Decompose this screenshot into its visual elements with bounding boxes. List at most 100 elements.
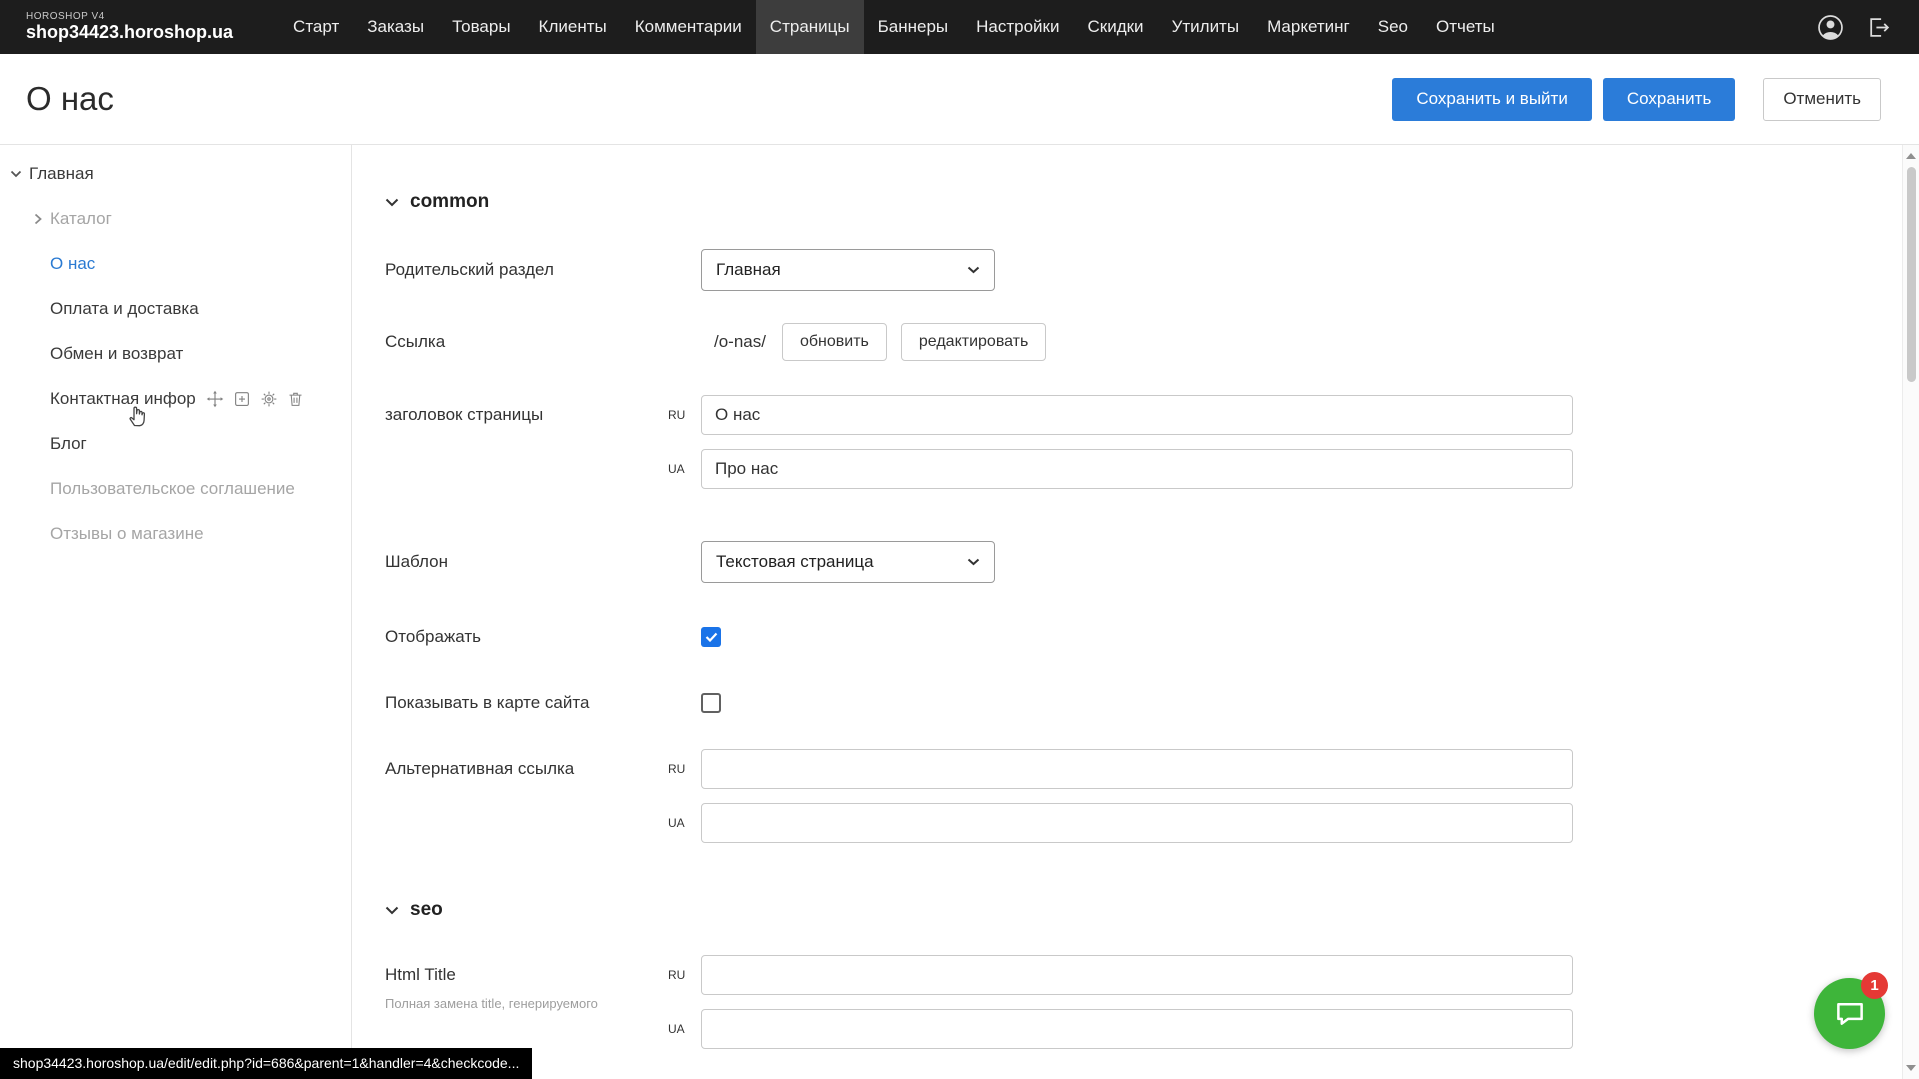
page-title-ru-input[interactable] bbox=[701, 395, 1573, 435]
scrollbar[interactable] bbox=[1902, 145, 1919, 1079]
sidebar-item-o-nas[interactable]: О нас bbox=[0, 241, 351, 286]
page-title-inputs: RU UA bbox=[701, 395, 1573, 489]
page-header: О нас Сохранить и выйти Сохранить Отмени… bbox=[0, 54, 1919, 144]
template-row: Шаблон Текстовая страница bbox=[385, 541, 1919, 583]
html-title-label-block: Html Title Полная замена title, генериру… bbox=[385, 955, 701, 1012]
page-title-ua-input[interactable] bbox=[701, 449, 1573, 489]
sidebar-item-label: Главная bbox=[29, 164, 94, 184]
display-label: Отображать bbox=[385, 627, 701, 647]
main-area: Главная Каталог О нас Оплата и доставка … bbox=[0, 144, 1919, 1079]
nav-item-pages[interactable]: Страницы bbox=[756, 0, 864, 54]
save-exit-button[interactable]: Сохранить и выйти bbox=[1392, 78, 1591, 121]
alt-link-ua-input[interactable] bbox=[701, 803, 1573, 843]
html-title-hint: Полная замена title, генерируемого bbox=[385, 996, 701, 1012]
brand-domain: shop34423.horoshop.ua bbox=[26, 23, 233, 43]
html-title-ua-input[interactable] bbox=[701, 1009, 1573, 1049]
chevron-down-icon bbox=[385, 198, 399, 207]
chat-widget-button[interactable]: 1 bbox=[1814, 978, 1885, 1049]
sidebar-item-label: Отзывы о магазине bbox=[50, 524, 204, 544]
section-seo-header[interactable]: seo bbox=[385, 899, 1919, 921]
sidebar-item-label: Каталог bbox=[50, 209, 112, 229]
tree-item-actions bbox=[206, 390, 304, 408]
nav-item-clients[interactable]: Клиенты bbox=[525, 0, 621, 54]
brand[interactable]: HOROSHOP V4 shop34423.horoshop.ua bbox=[0, 11, 233, 43]
scrollbar-thumb[interactable] bbox=[1907, 167, 1916, 382]
nav-item-products[interactable]: Товары bbox=[438, 0, 524, 54]
pages-tree-sidebar: Главная Каталог О нас Оплата и доставка … bbox=[0, 145, 352, 1079]
nav-item-orders[interactable]: Заказы bbox=[353, 0, 438, 54]
sidebar-item-label: Оплата и доставка bbox=[50, 299, 199, 319]
lang-tag-ua: UA bbox=[668, 1022, 685, 1036]
move-icon[interactable] bbox=[206, 390, 224, 408]
html-title-inputs: RU UA bbox=[701, 955, 1573, 1049]
page-title-row: заголовок страницы RU UA bbox=[385, 395, 1919, 489]
sidebar-item-label: Блог bbox=[50, 434, 87, 454]
template-select[interactable]: Текстовая страница bbox=[701, 541, 995, 583]
sidebar-item-label: Контактная инфор bbox=[50, 389, 196, 409]
logout-icon[interactable] bbox=[1866, 15, 1891, 40]
link-edit-button[interactable]: редактировать bbox=[901, 323, 1046, 361]
nav-item-utilities[interactable]: Утилиты bbox=[1158, 0, 1254, 54]
sidebar-item-label: Обмен и возврат bbox=[50, 344, 183, 364]
alt-link-row: Альтернативная ссылка RU UA bbox=[385, 749, 1919, 843]
nav-item-seo[interactable]: Seo bbox=[1364, 0, 1422, 54]
nav-item-marketing[interactable]: Маркетинг bbox=[1253, 0, 1364, 54]
section-common-title: common bbox=[410, 191, 489, 213]
nav-item-comments[interactable]: Комментарии bbox=[621, 0, 756, 54]
nav-item-discounts[interactable]: Скидки bbox=[1073, 0, 1157, 54]
sidebar-item-blog[interactable]: Блог bbox=[0, 421, 351, 466]
sidebar-item-glavnaya[interactable]: Главная bbox=[0, 151, 351, 196]
cancel-button[interactable]: Отменить bbox=[1763, 78, 1881, 121]
page-title-label: заголовок страницы bbox=[385, 395, 701, 435]
sidebar-item-kontaktnaya[interactable]: Контактная инфор bbox=[0, 376, 351, 421]
sidebar-item-obmen[interactable]: Обмен и возврат bbox=[0, 331, 351, 376]
page-title: О нас bbox=[26, 80, 114, 118]
chat-bubble-icon bbox=[1833, 998, 1867, 1029]
sidebar-item-soglashenie[interactable]: Пользовательское соглашение bbox=[0, 466, 351, 511]
nav-item-reports[interactable]: Отчеты bbox=[1422, 0, 1509, 54]
parent-section-value: Главная bbox=[716, 260, 781, 280]
html-title-ru-input[interactable] bbox=[701, 955, 1573, 995]
link-row: Ссылка /o-nas/ обновить редактировать bbox=[385, 323, 1919, 361]
lang-tag-ru: RU bbox=[668, 408, 685, 422]
status-url: shop34423.horoshop.ua/edit/edit.php?id=6… bbox=[0, 1048, 532, 1079]
scroll-up-arrow[interactable] bbox=[1903, 148, 1919, 164]
trash-icon[interactable] bbox=[287, 390, 304, 408]
top-nav: Старт Заказы Товары Клиенты Комментарии … bbox=[279, 0, 1509, 54]
header-actions: Сохранить и выйти Сохранить Отменить bbox=[1392, 78, 1881, 121]
display-row: Отображать bbox=[385, 627, 1919, 647]
sitemap-label: Показывать в карте сайта bbox=[385, 693, 701, 713]
lang-tag-ru: RU bbox=[668, 762, 685, 776]
sitemap-row: Показывать в карте сайта bbox=[385, 693, 1919, 713]
nav-item-banners[interactable]: Баннеры bbox=[864, 0, 963, 54]
section-common-header[interactable]: common bbox=[385, 191, 1919, 213]
sidebar-item-label: Пользовательское соглашение bbox=[50, 479, 295, 499]
save-button[interactable]: Сохранить bbox=[1603, 78, 1735, 121]
sidebar-item-otzyvy[interactable]: Отзывы о магазине bbox=[0, 511, 351, 556]
nav-item-settings[interactable]: Настройки bbox=[962, 0, 1073, 54]
gear-icon[interactable] bbox=[260, 390, 278, 408]
edit-form: common Родительский раздел Главная Ссылк… bbox=[352, 145, 1919, 1079]
chevron-down-icon bbox=[967, 558, 980, 566]
alt-link-ru-input[interactable] bbox=[701, 749, 1573, 789]
alt-link-inputs: RU UA bbox=[701, 749, 1573, 843]
sitemap-checkbox[interactable] bbox=[701, 693, 721, 713]
sidebar-item-oplata[interactable]: Оплата и доставка bbox=[0, 286, 351, 331]
nav-item-start[interactable]: Старт bbox=[279, 0, 353, 54]
html-title-row: Html Title Полная замена title, генериру… bbox=[385, 955, 1919, 1049]
scroll-down-arrow[interactable] bbox=[1903, 1060, 1919, 1076]
add-page-icon[interactable] bbox=[233, 390, 251, 408]
parent-section-select[interactable]: Главная bbox=[701, 249, 995, 291]
display-checkbox[interactable] bbox=[701, 627, 721, 647]
chevron-down-icon[interactable] bbox=[10, 170, 22, 178]
chevron-right-icon[interactable] bbox=[34, 213, 42, 225]
sidebar-item-katalog[interactable]: Каталог bbox=[0, 196, 351, 241]
alt-link-label: Альтернативная ссылка bbox=[385, 749, 701, 789]
link-label: Ссылка bbox=[385, 332, 701, 352]
link-refresh-button[interactable]: обновить bbox=[782, 323, 887, 361]
template-value: Текстовая страница bbox=[716, 552, 874, 572]
topbar-icons bbox=[1817, 14, 1919, 41]
lang-tag-ru: RU bbox=[668, 968, 685, 982]
chat-badge: 1 bbox=[1861, 972, 1888, 999]
account-icon[interactable] bbox=[1817, 14, 1844, 41]
